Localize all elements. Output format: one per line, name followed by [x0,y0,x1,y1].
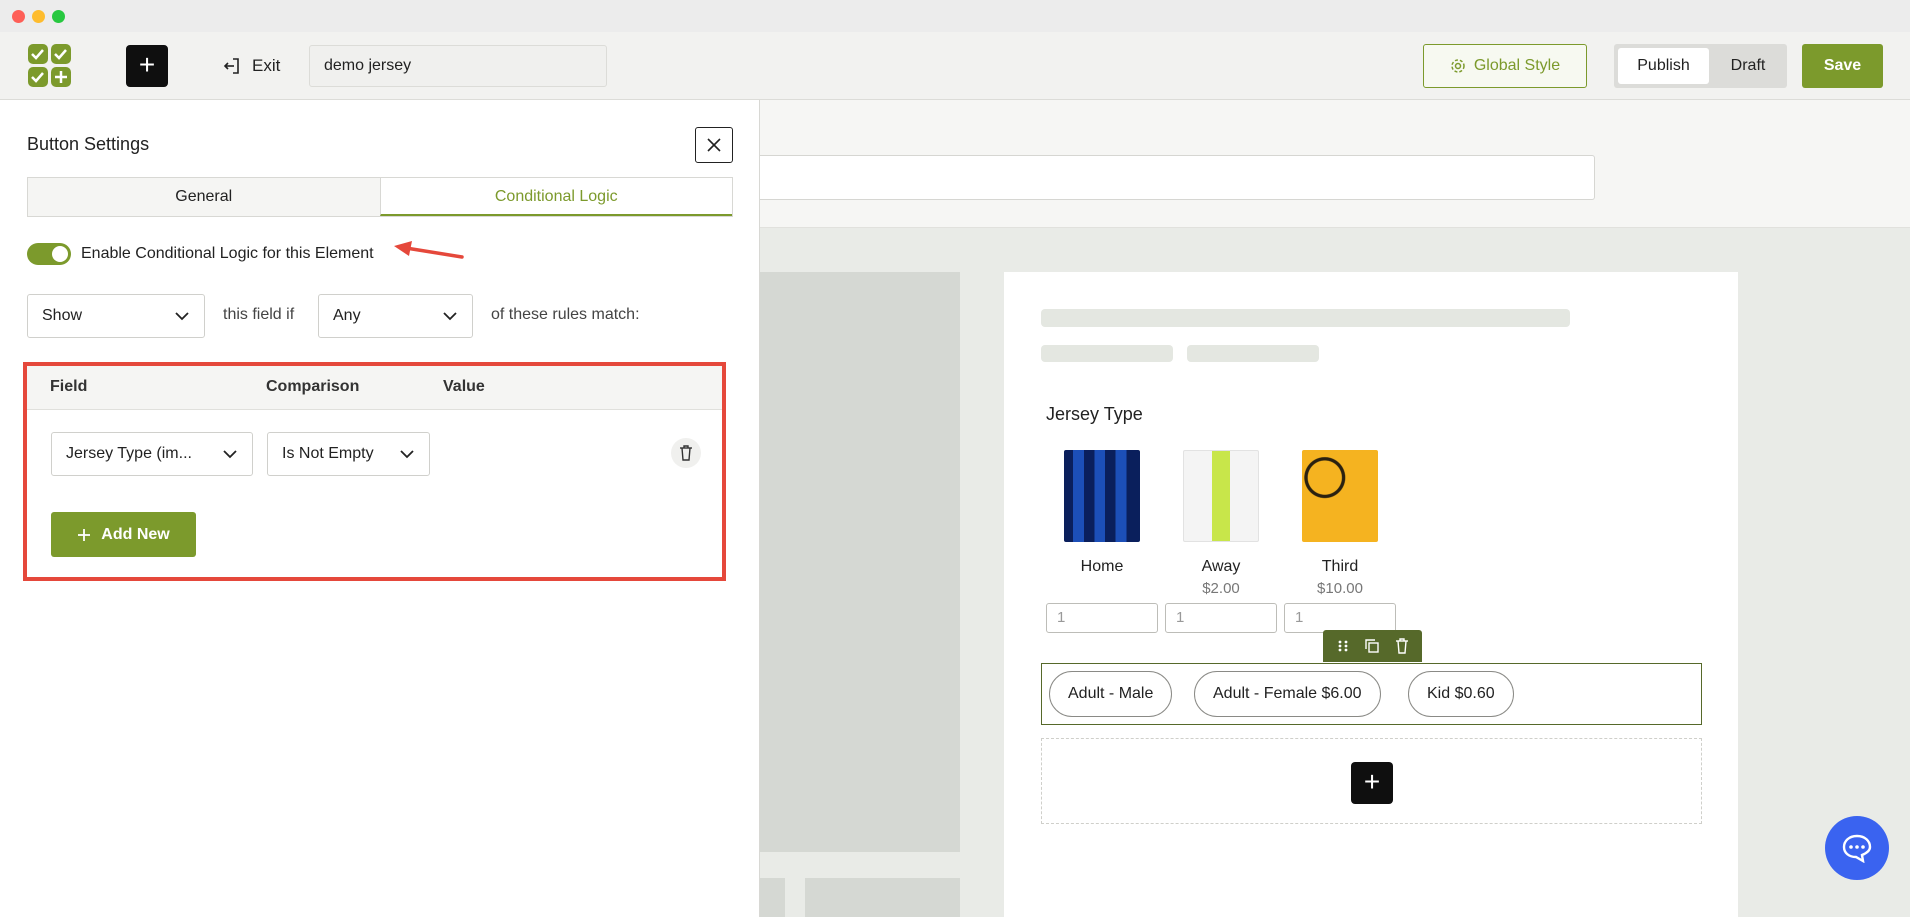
rule-field-select[interactable]: Jersey Type (im... [51,432,253,476]
skeleton-line [1187,345,1319,362]
action-select-value: Show [42,307,83,324]
save-button[interactable]: Save [1802,44,1883,88]
exit-icon [223,58,239,74]
column-header-value: Value [443,378,485,395]
logo-icon [28,44,72,88]
add-element-dropzone: + [1041,738,1702,824]
canvas-image-placeholder [805,878,960,917]
jersey-third-image [1302,450,1378,542]
conditional-logic-switch[interactable] [27,243,71,265]
product-home[interactable]: Home [1046,450,1158,580]
element-toolbar [1323,630,1422,662]
option-chip[interactable]: Adult - Male [1049,671,1173,717]
column-header-comparison: Comparison [266,378,360,395]
document-title-input[interactable]: demo jersey [309,45,607,87]
match-select[interactable]: Any [318,294,473,338]
close-button[interactable] [695,127,733,163]
close-icon [707,138,721,152]
window-maximize-dot[interactable] [52,10,65,23]
selected-option-button-group[interactable]: Adult - Male Adult - Female $6.00 Kid $0… [1041,663,1702,725]
rule-comparison-select[interactable]: Is Not Empty [267,432,430,476]
jersey-type-heading: Jersey Type [1046,404,1143,424]
publish-option[interactable]: Publish [1618,48,1709,84]
jersey-away-image [1183,450,1259,542]
panel-title: Button Settings [27,134,150,154]
top-toolbar: + Exit demo jersey Global Style Publish … [0,32,1910,100]
add-new-rule-button[interactable]: Add New [51,512,196,557]
quantity-input[interactable]: 1 [1046,603,1158,633]
option-chip[interactable]: Kid $0.60 [1408,671,1514,717]
canvas-text-input[interactable] [760,155,1595,200]
global-style-button[interactable]: Global Style [1423,44,1587,88]
product-away[interactable]: Away $2.00 [1165,450,1277,597]
conditional-logic-toggle-row: Enable Conditional Logic for this Elemen… [27,243,374,265]
product-third[interactable]: Third $10.00 [1284,450,1396,597]
delete-rule-button[interactable] [671,438,701,468]
rules-table-header: Field Comparison Value [27,366,722,410]
add-element-button[interactable]: + [1351,762,1393,804]
add-block-button[interactable]: + [126,45,168,87]
chevron-down-icon [175,312,189,321]
annotation-arrow-icon [394,241,464,259]
tab-conditional-logic[interactable]: Conditional Logic [379,178,732,216]
chevron-down-icon [400,450,414,459]
canvas-image-placeholder [760,878,785,917]
chat-button[interactable] [1825,816,1889,880]
global-style-label: Global Style [1473,57,1561,74]
settings-tabs: General Conditional Logic [27,177,733,217]
product-price: $2.00 [1202,580,1240,597]
trash-icon [680,445,692,461]
window-minimize-dot[interactable] [32,10,45,23]
match-select-value: Any [333,307,361,324]
action-select[interactable]: Show [27,294,205,338]
toggle-label: Enable Conditional Logic for this Elemen… [81,245,374,262]
button-settings-panel: Button Settings General Conditional Logi… [0,100,760,917]
gear-icon [1451,59,1465,73]
draft-option[interactable]: Draft [1712,48,1784,84]
skeleton-line [1041,309,1570,327]
rule-comparison-value: Is Not Empty [282,445,374,462]
trash-icon[interactable] [1395,638,1409,654]
rules-match-text: of these rules match: [491,306,640,323]
plus-icon: + [138,49,156,80]
canvas-image-placeholder [760,272,960,852]
plus-icon: + [1363,766,1381,797]
column-header-field: Field [50,378,88,395]
chat-icon [1842,834,1872,863]
exit-label: Exit [252,56,281,75]
add-new-label: Add New [101,525,170,543]
window-titlebar [0,0,1910,32]
this-field-if-text: this field if [223,306,295,323]
rule-field-value: Jersey Type (im... [66,445,192,462]
drag-handle-icon[interactable] [1337,639,1349,653]
rules-table: Field Comparison Value Jersey Type (im..… [23,362,726,581]
skeleton-line [1041,345,1173,362]
plus-icon [78,528,91,541]
chevron-down-icon [443,312,457,321]
jersey-home-image [1064,450,1140,542]
quantity-input[interactable]: 1 [1284,603,1396,633]
publish-draft-toggle: Publish Draft [1614,44,1787,88]
product-name: Third [1321,558,1359,575]
window-close-dot[interactable] [12,10,25,23]
quantity-input[interactable]: 1 [1165,603,1277,633]
tab-general[interactable]: General [28,178,380,216]
product-price: $10.00 [1317,580,1363,597]
option-chip[interactable]: Adult - Female $6.00 [1194,671,1381,717]
product-name: Away [1201,558,1241,575]
product-name: Home [1080,558,1124,575]
exit-button[interactable]: Exit [222,52,280,80]
chevron-down-icon [223,450,237,459]
duplicate-icon[interactable] [1364,638,1380,654]
